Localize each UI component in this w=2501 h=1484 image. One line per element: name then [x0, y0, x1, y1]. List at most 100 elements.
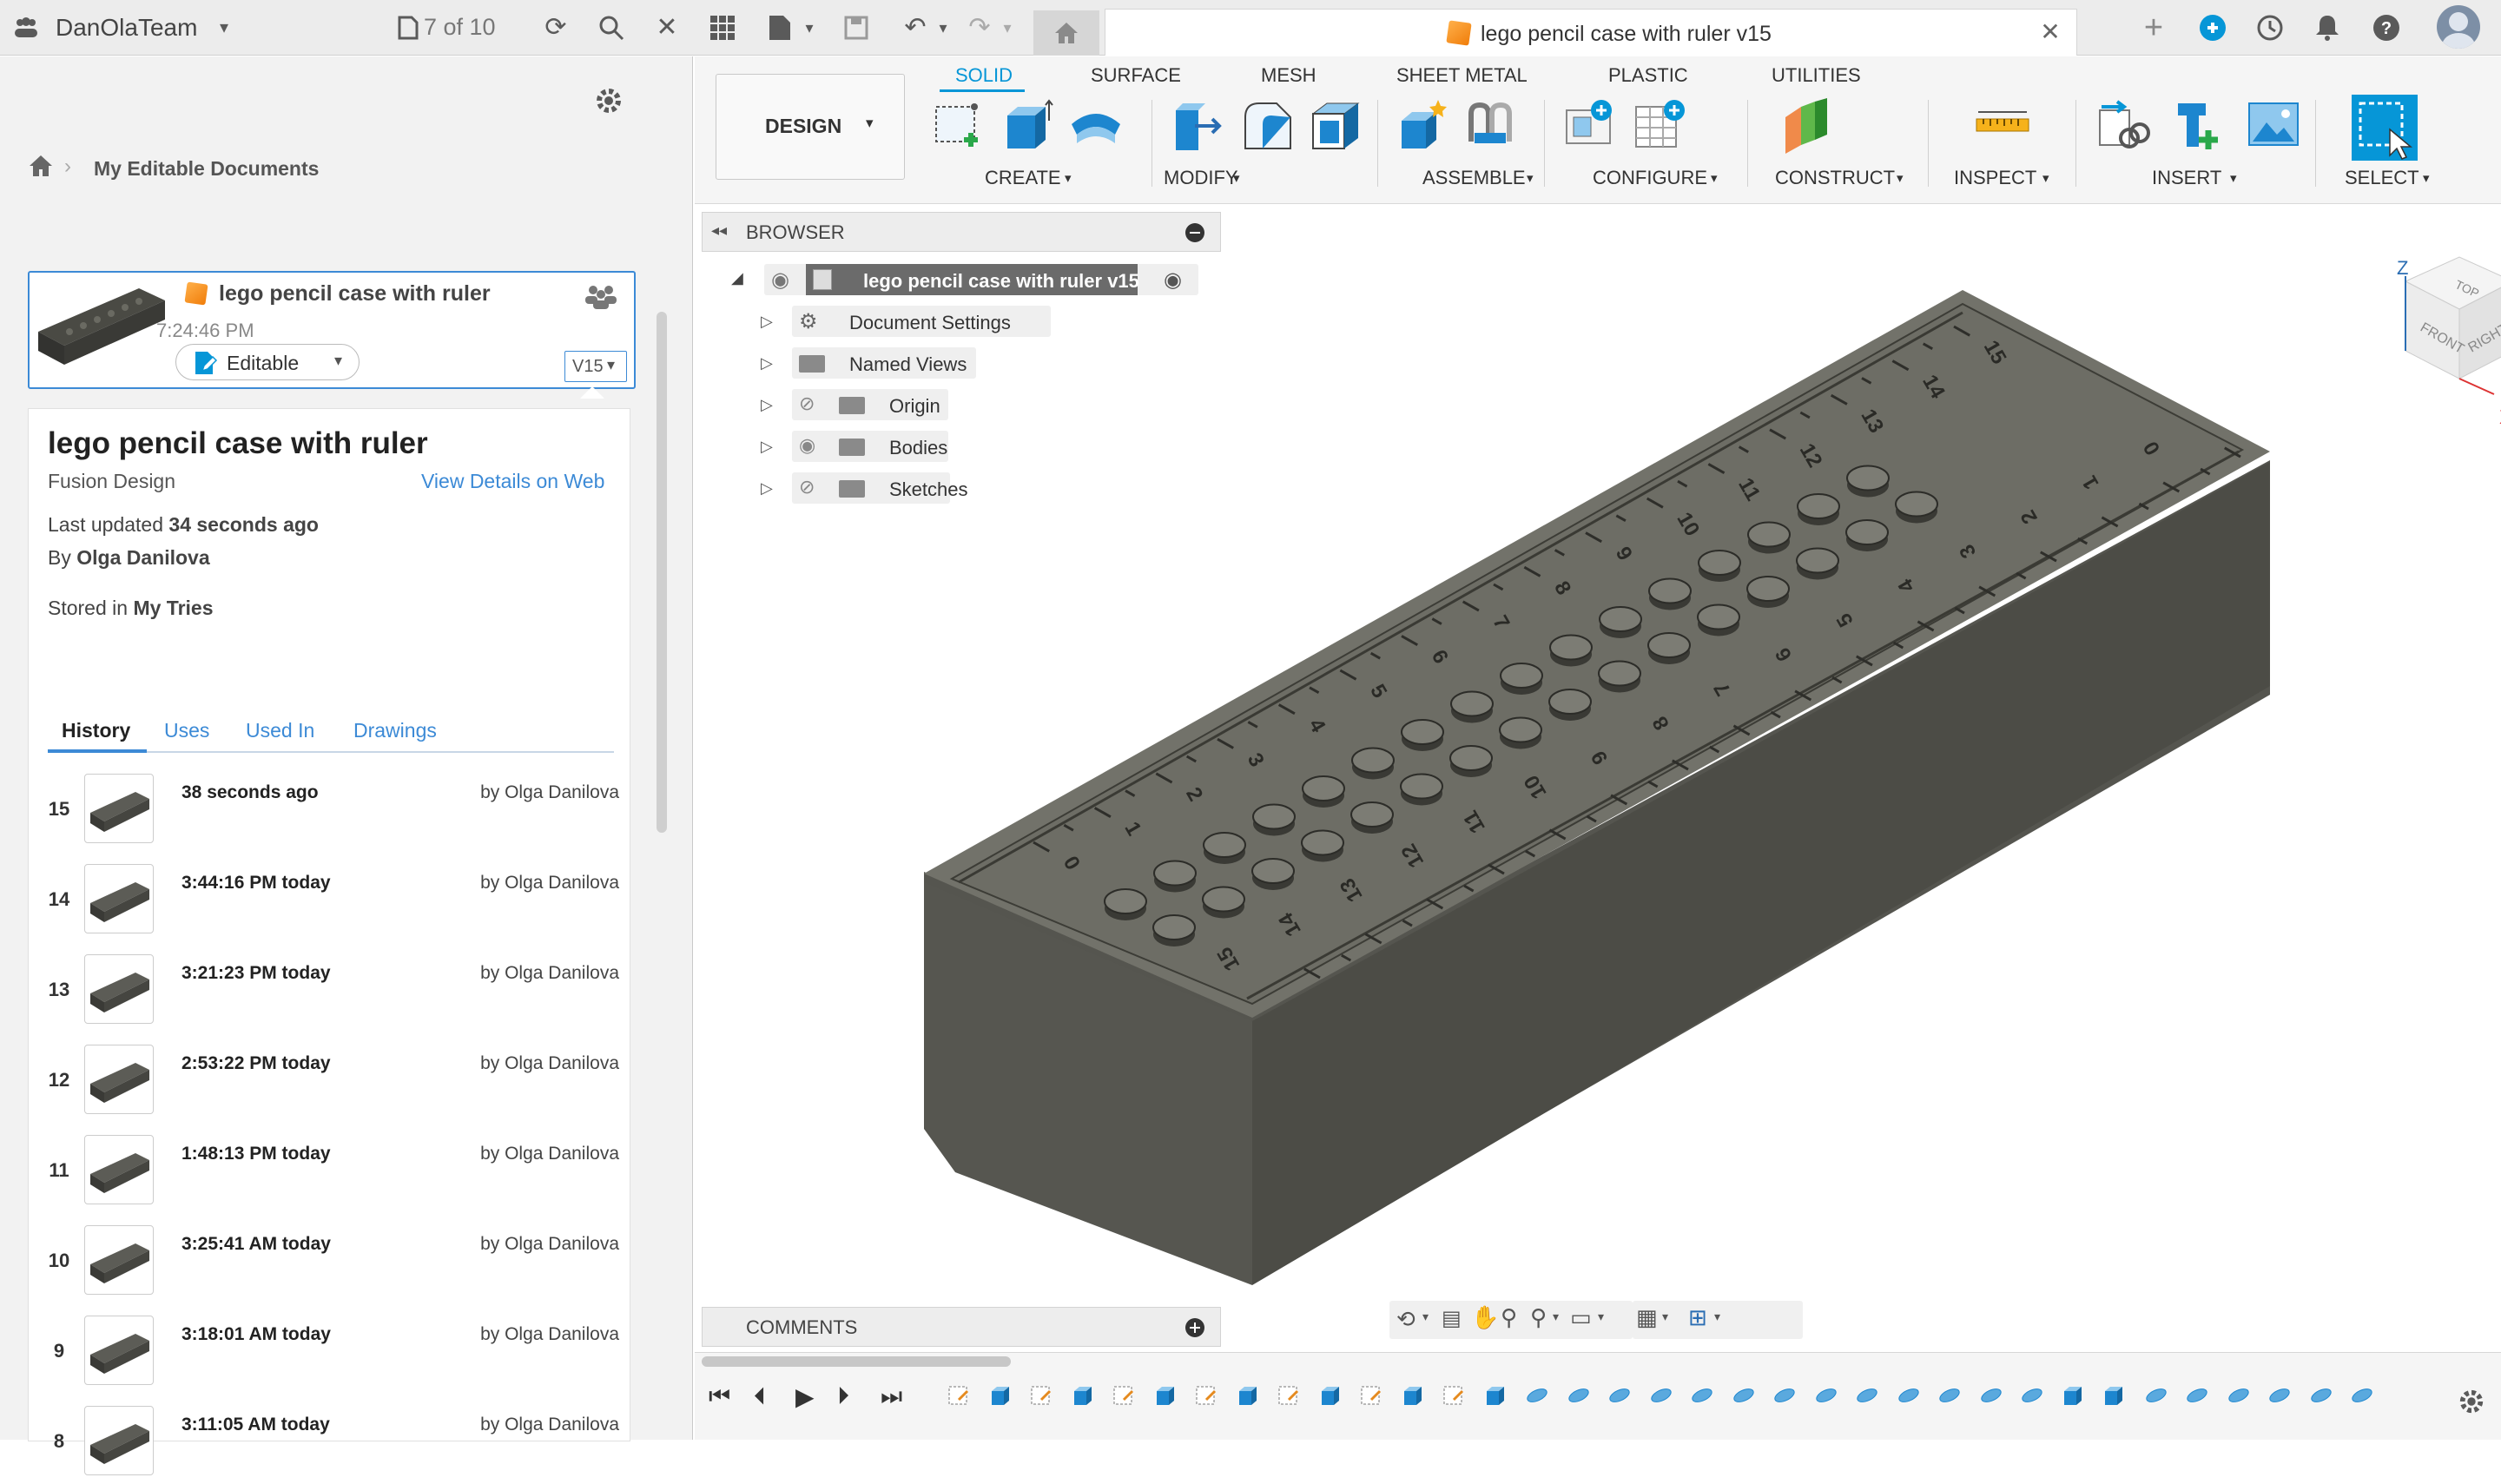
expand-arrow-icon[interactable]: ▷ [761, 354, 773, 373]
timeline-feature-icon[interactable] [2102, 1384, 2128, 1407]
browser-item-bodies[interactable]: ◉Bodies [792, 431, 948, 462]
browser-panel-header[interactable]: ◂◂ BROWSER [702, 212, 1221, 252]
versions-icon[interactable] [393, 12, 424, 43]
chevron-down-icon[interactable]: ▾ [1527, 170, 1534, 186]
press-pull-icon[interactable] [1171, 98, 1226, 154]
history-row[interactable]: 111:48:13 PM todayby Olga Danilova [46, 1135, 619, 1213]
document-tab[interactable]: lego pencil case with ruler v15 ✕ [1105, 9, 2077, 56]
insert-derive-icon[interactable] [2095, 98, 2150, 154]
chevron-down-icon[interactable]: ▾ [208, 12, 240, 43]
timeline-feature-icon[interactable] [2267, 1384, 2293, 1407]
modify-menu[interactable]: MODIFY [1164, 167, 1238, 189]
timeline-feature-icon[interactable] [2349, 1384, 2375, 1407]
tab-plastic[interactable]: PLASTIC [1608, 64, 1688, 87]
timeline-feature-icon[interactable] [1772, 1384, 1798, 1407]
share-people-icon[interactable] [585, 283, 617, 309]
chevron-down-icon[interactable]: ▾ [1065, 170, 1072, 186]
grid-apps-icon[interactable] [707, 12, 738, 43]
timeline-feature-icon[interactable] [1483, 1384, 1509, 1407]
viewports-icon[interactable]: ⊞ [1688, 1304, 1707, 1331]
timeline-feature-icon[interactable] [2308, 1384, 2334, 1407]
timeline-feature-icon[interactable] [1112, 1384, 1138, 1407]
avatar[interactable] [2437, 5, 2480, 49]
timeline-feature-icon[interactable] [1401, 1384, 1427, 1407]
extrude-icon[interactable] [1000, 98, 1056, 154]
new-component-icon[interactable] [1396, 98, 1452, 154]
history-row[interactable]: 93:18:01 AM todayby Olga Danilova [46, 1316, 619, 1394]
tab-mesh[interactable]: MESH [1261, 64, 1316, 87]
browser-root-row[interactable]: ◉ lego pencil case with ruler v15 ◉ [764, 264, 1198, 295]
chevron-down-icon[interactable]: ▾ [927, 12, 959, 43]
chevron-down-icon[interactable]: ▾ [2423, 170, 2430, 186]
help-icon[interactable]: ? [2371, 12, 2402, 43]
timeline-feature-icon[interactable] [2184, 1384, 2210, 1407]
play-icon[interactable]: ▶ [795, 1382, 815, 1411]
close-icon[interactable]: ✕ [651, 12, 683, 43]
history-thumbnail[interactable] [84, 1045, 154, 1114]
go-to-end-icon[interactable]: ⏭ [881, 1382, 902, 1411]
browser-item-named-views[interactable]: Named Views [792, 347, 976, 379]
insert-menu[interactable]: INSERT [2152, 167, 2221, 189]
display-settings-icon[interactable]: ▭ [1570, 1304, 1592, 1331]
browser-item-document-settings[interactable]: ⚙Document Settings [792, 306, 1051, 337]
configuration-table-icon[interactable] [1633, 98, 1688, 154]
insert-mcmaster-icon[interactable] [2171, 98, 2227, 154]
undo-icon[interactable]: ↶ [900, 12, 931, 43]
timeline-feature-icon[interactable] [1236, 1384, 1262, 1407]
tab-used-in[interactable]: Used In [246, 719, 314, 742]
tab-uses[interactable]: Uses [164, 719, 209, 742]
insert-canvas-icon[interactable] [2246, 98, 2301, 154]
history-thumbnail[interactable] [84, 1135, 154, 1204]
select-menu[interactable]: SELECT [2345, 167, 2419, 189]
refresh-icon[interactable]: ⟳ [540, 12, 571, 43]
timeline-feature-icon[interactable] [1978, 1384, 2004, 1407]
chevron-down-icon[interactable]: ▾ [2042, 170, 2049, 186]
timeline-feature-icon[interactable] [1648, 1384, 1674, 1407]
chevron-down-icon[interactable]: ▾ [2230, 170, 2237, 186]
timeline-feature-icon[interactable] [1607, 1384, 1633, 1407]
tab-sheet-metal[interactable]: SHEET METAL [1396, 64, 1528, 87]
comments-add-icon[interactable] [1185, 1318, 1204, 1337]
look-at-icon[interactable]: ▤ [1442, 1306, 1462, 1331]
timeline-feature-icon[interactable] [2143, 1384, 2169, 1407]
file-icon[interactable] [764, 12, 795, 43]
history-row[interactable]: 143:44:16 PM todayby Olga Danilova [46, 864, 619, 942]
timeline-feature-icon[interactable] [1153, 1384, 1179, 1407]
browser-item-origin[interactable]: ⊘Origin [792, 389, 948, 420]
timeline-feature-icon[interactable] [947, 1384, 973, 1407]
new-tab-plus-icon[interactable]: + [2138, 12, 2169, 43]
create-menu[interactable]: CREATE [985, 167, 1061, 189]
view-cube[interactable]: TOP FRONT RIGHT Z X [2301, 240, 2501, 448]
version-counter[interactable]: 7 of 10 [424, 14, 496, 41]
tab-utilities[interactable]: UTILITIES [1772, 64, 1861, 87]
timeline-feature-icon[interactable] [2061, 1384, 2087, 1407]
document-card[interactable]: lego pencil case with ruler 7:24:46 PM E… [28, 271, 636, 389]
timeline-feature-icon[interactable] [1318, 1384, 1344, 1407]
joint-icon[interactable] [1462, 98, 1518, 154]
timeline-feature-icon[interactable] [1524, 1384, 1550, 1407]
orbit-icon[interactable]: ⟲ [1396, 1306, 1415, 1333]
visibility-eye-icon[interactable]: ◉ [799, 434, 815, 457]
breadcrumb[interactable]: My Editable Documents [94, 157, 319, 181]
chevron-down-icon[interactable]: ▾ [794, 12, 825, 43]
tab-history[interactable]: History [62, 719, 130, 742]
timeline-feature-icon[interactable] [1277, 1384, 1303, 1407]
chevron-down-icon[interactable]: ▾ [1233, 170, 1240, 186]
chevron-down-icon[interactable]: ▾ [1553, 1309, 1559, 1324]
search-icon[interactable] [596, 12, 627, 43]
home-icon[interactable] [28, 154, 54, 180]
timeline-feature-icon[interactable] [1896, 1384, 1922, 1407]
redo-icon[interactable]: ↷ [964, 12, 995, 43]
activate-radio-icon[interactable]: ◉ [1164, 267, 1182, 293]
workspace-switcher[interactable]: DESIGN ▾ [716, 74, 905, 180]
inspect-menu[interactable]: INSPECT [1954, 167, 2036, 189]
tab-drawings[interactable]: Drawings [353, 719, 437, 742]
chevron-down-icon[interactable]: ▾ [992, 12, 1023, 43]
collapse-panel-icon[interactable]: ◂◂ [711, 221, 727, 240]
assemble-menu[interactable]: ASSEMBLE [1422, 167, 1526, 189]
save-icon[interactable] [841, 12, 872, 43]
team-name[interactable]: DanOlaTeam [56, 14, 197, 42]
chevron-down-icon[interactable]: ▾ [1711, 170, 1718, 186]
timeline-feature-icon[interactable] [1689, 1384, 1715, 1407]
grid-icon[interactable]: ▦ [1636, 1304, 1658, 1331]
